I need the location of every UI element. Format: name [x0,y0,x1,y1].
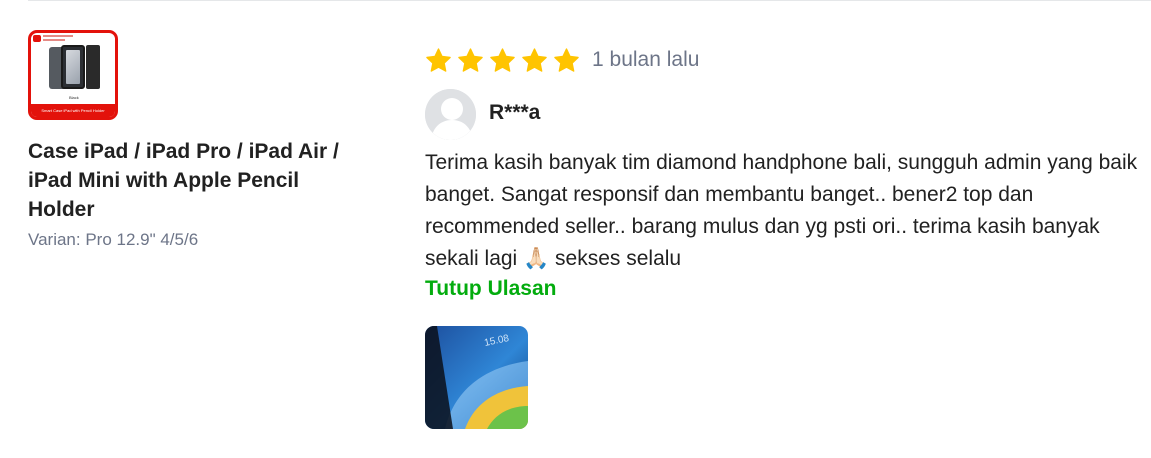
review-time: 1 bulan lalu [592,48,700,71]
star-icon [490,47,515,72]
star-icon [554,47,579,72]
store-logo-icon [33,35,41,42]
thumbnail-brand-text [43,35,73,37]
ipad-front-image [61,45,85,89]
star-icon [426,47,451,72]
star-icon [522,47,547,72]
thumbnail-color-label: Black [69,95,79,100]
close-review-button[interactable]: Tutup Ulasan [425,277,556,301]
thumbnail-banner: Smart Case iPad with Pencil Holder [31,104,115,117]
review-photo-image: 15.08 [425,326,528,429]
thumbnail-brand-text-2 [43,39,65,41]
review-text: Terima kasih banyak tim diamond handphon… [425,151,1138,270]
avatar [425,89,476,140]
product-name[interactable]: Case iPad / iPad Pro / iPad Air / iPad M… [28,137,348,224]
review-photo[interactable]: 15.08 [425,326,528,429]
product-thumbnail[interactable]: Black Smart Case iPad with Pencil Holder [28,30,118,120]
user-avatar-icon [425,89,476,140]
star-icon [458,47,483,72]
reviewer-name: R***a [489,101,541,124]
star-rating [425,47,585,74]
top-divider [28,0,1151,1]
smart-cover-image [86,45,100,89]
rating-row: 1 bulan lalu [425,44,699,76]
product-variant: Varian: Pro 12.9" 4/5/6 [28,230,199,249]
